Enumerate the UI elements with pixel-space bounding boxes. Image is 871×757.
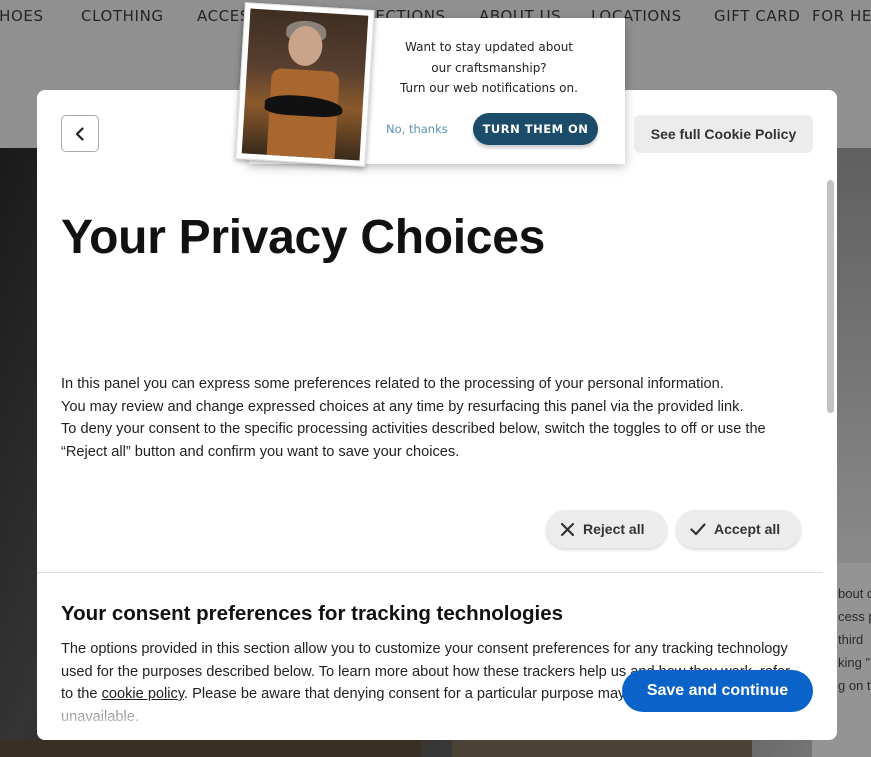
turn-on-notifications-button[interactable]: TURN THEM ON bbox=[473, 113, 598, 145]
back-button[interactable] bbox=[61, 115, 99, 152]
accept-all-label: Accept all bbox=[714, 521, 781, 537]
section-divider bbox=[37, 572, 823, 573]
section-title: Your consent preferences for tracking te… bbox=[61, 602, 563, 625]
intro-line: To deny your consent to the specific pro… bbox=[61, 421, 766, 460]
reject-all-button[interactable]: Reject all bbox=[546, 510, 667, 548]
check-icon bbox=[690, 522, 706, 535]
modal-scroll-area[interactable]: Your Privacy Choices In this panel you c… bbox=[37, 180, 823, 740]
notification-line: our craftsmanship? bbox=[431, 60, 547, 75]
notification-message: Want to stay updated about our craftsman… bbox=[399, 37, 579, 99]
privacy-modal: See full Cookie Policy Your Privacy Choi… bbox=[37, 90, 837, 740]
chevron-left-icon bbox=[75, 126, 84, 141]
intro-line: In this panel you can express some prefe… bbox=[61, 376, 724, 392]
cookie-policy-button[interactable]: See full Cookie Policy bbox=[634, 115, 813, 153]
notification-line: Want to stay updated about bbox=[405, 40, 573, 54]
notification-prompt: Want to stay updated about our craftsman… bbox=[235, 2, 625, 167]
save-and-continue-button[interactable]: Save and continue bbox=[622, 670, 813, 712]
scrollbar[interactable] bbox=[827, 180, 834, 413]
page-title: Your Privacy Choices bbox=[61, 211, 545, 264]
intro-line: You may review and change expressed choi… bbox=[61, 398, 744, 415]
close-icon bbox=[560, 522, 575, 536]
photo-image bbox=[241, 8, 369, 161]
reject-all-label: Reject all bbox=[583, 521, 645, 537]
no-thanks-button[interactable]: No, thanks bbox=[386, 122, 448, 136]
notification-line: Turn our web notifications on. bbox=[400, 81, 578, 95]
intro-text: In this panel you can express some prefe… bbox=[61, 373, 806, 463]
consent-actions: Reject all Accept all bbox=[37, 510, 823, 548]
craftsman-photo bbox=[235, 2, 375, 167]
accept-all-button[interactable]: Accept all bbox=[676, 510, 801, 548]
